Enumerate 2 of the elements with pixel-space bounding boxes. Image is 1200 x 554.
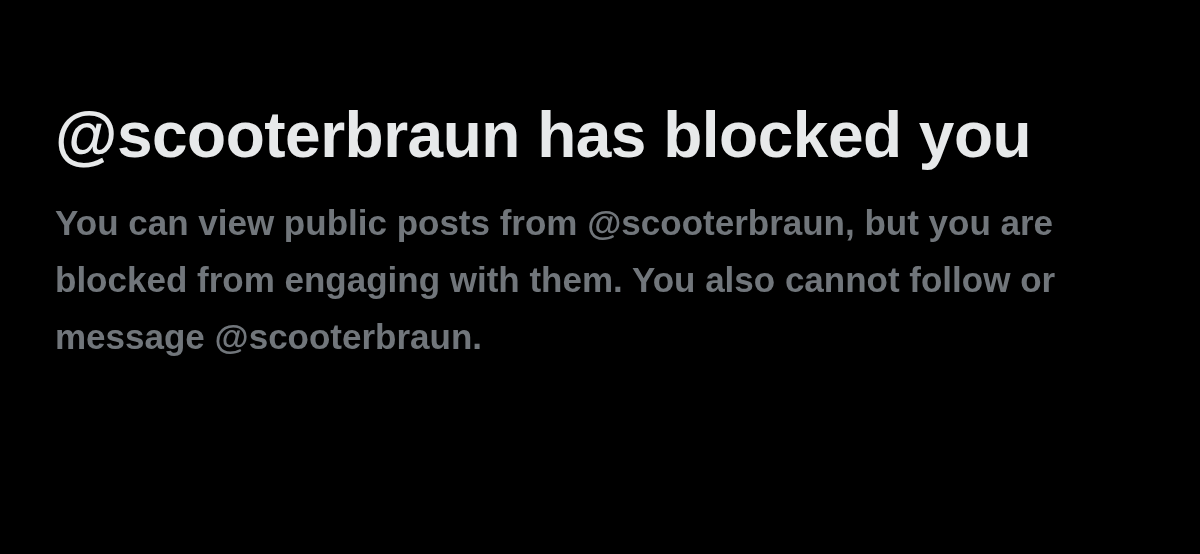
blocked-message: You can view public posts from @scooterbraun, but you are blocked from engaging with them. You also cannot follow or message @scooterbraun. [55,202,1057,358]
blocked-heading: @scooterbraun has blocked you [55,98,1033,173]
